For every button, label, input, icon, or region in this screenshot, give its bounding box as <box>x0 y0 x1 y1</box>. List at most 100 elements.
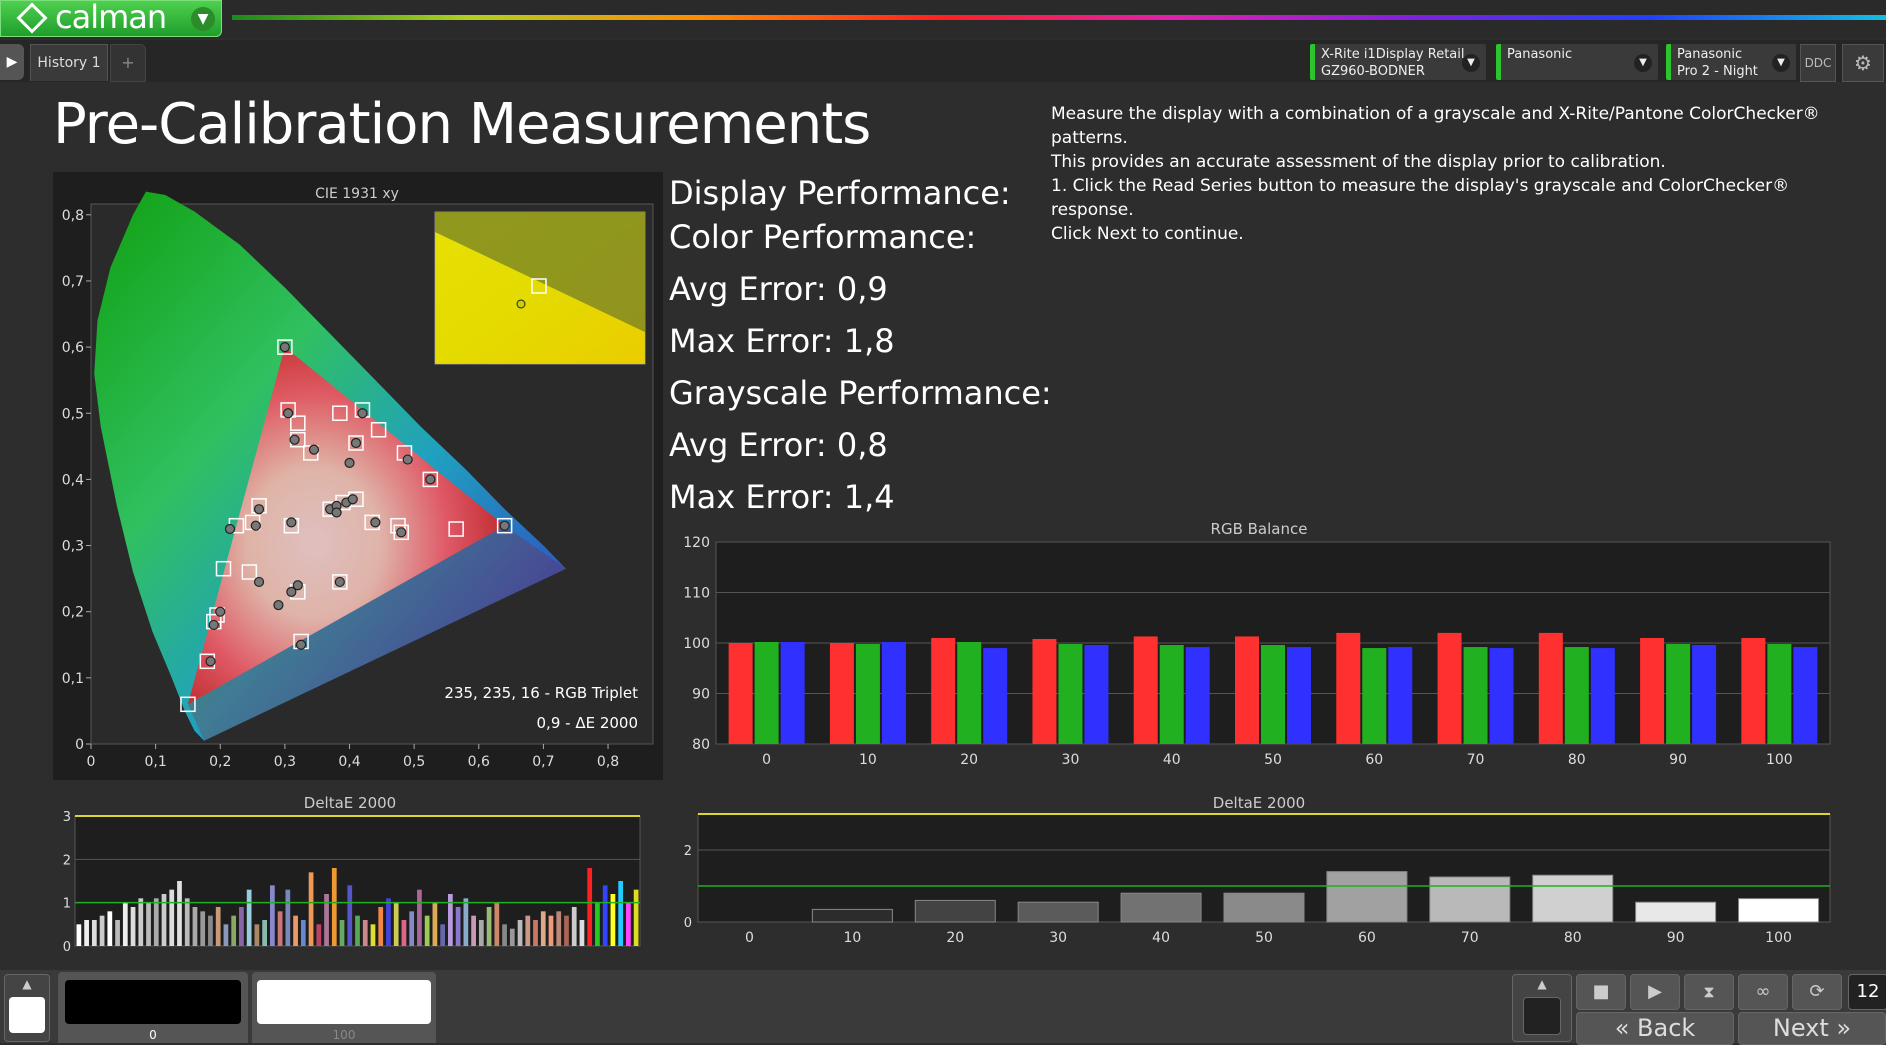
x-tick-label: 0,8 <box>597 754 619 770</box>
deltae-bar <box>448 894 453 946</box>
source-selector[interactable]: Panasonic ▼ <box>1496 44 1658 80</box>
x-tick-label: 90 <box>1667 930 1685 946</box>
back-button[interactable]: « Back <box>1576 1012 1734 1045</box>
deltae-bar <box>1635 901 1717 923</box>
x-tick-label: 0,6 <box>468 754 490 770</box>
hold-button[interactable]: ⧗ <box>1684 974 1734 1010</box>
x-tick-label: 100 <box>1766 752 1793 768</box>
x-tick-label: 40 <box>1163 752 1181 768</box>
spectrum-bar <box>232 15 1886 20</box>
deltae-bar <box>316 924 322 946</box>
counter-display: 12 <box>1848 974 1886 1010</box>
deltae-bar <box>502 924 507 946</box>
deltae-bar <box>1738 898 1820 923</box>
deltae-bar <box>269 885 275 946</box>
y-tick-label: 0,7 <box>62 274 84 290</box>
deltae-bar <box>115 920 120 946</box>
measured-point <box>292 580 303 591</box>
next-button[interactable]: Next » <box>1738 1012 1886 1045</box>
add-tab-button[interactable]: + <box>110 44 146 82</box>
ddc-button[interactable]: DDC <box>1800 44 1836 82</box>
chevron-up-icon[interactable]: ▲ <box>5 975 49 993</box>
play-arrow-icon[interactable]: ▶ <box>0 44 24 80</box>
deltae-bar <box>1223 892 1305 923</box>
measured-point <box>215 606 226 617</box>
y-tick-label: 0 <box>75 737 84 753</box>
stop-button[interactable]: ■ <box>1576 974 1626 1010</box>
rgb-bar <box>1336 632 1361 744</box>
deltae-bar <box>378 907 384 946</box>
measured-point <box>279 342 290 353</box>
deltae-bar <box>564 915 569 946</box>
measured-point <box>308 444 320 455</box>
instruction-line: Measure the display with a combination o… <box>1051 104 1820 148</box>
deltae-bar <box>84 920 89 946</box>
deltae-bar <box>169 889 175 946</box>
x-tick-label: 0,5 <box>403 754 425 770</box>
deltae-bar <box>91 920 97 946</box>
x-tick-label: 0,3 <box>274 754 296 770</box>
deltae-right-title: DeltaE 2000 <box>1213 794 1305 812</box>
display-selector[interactable]: Panasonic Pro 2 - Night ▼ <box>1666 44 1796 80</box>
rgb-bar <box>1590 648 1615 744</box>
color-performance-label: Color Performance: <box>669 218 977 256</box>
rgb-balance-chart: RGB Balance 80 90 100 110 120 0 10 20 30 40 50 60 70… <box>683 520 1831 768</box>
deltae-bar <box>122 902 128 946</box>
chevron-down-icon[interactable]: ▼ <box>1772 54 1790 72</box>
deltae-bar <box>517 920 523 946</box>
grayscale-deltae-chart: DeltaE 2000 020 10 20 30 40 50 60 70 80 90 100 <box>684 794 1831 946</box>
measured-point <box>224 523 236 535</box>
rgb-bar <box>957 641 982 744</box>
y-tick-label: 0,6 <box>62 340 84 356</box>
deltae-bar <box>308 872 314 946</box>
refresh-button[interactable]: ⟳ <box>1792 974 1842 1010</box>
meter-selector[interactable]: X-Rite i1Display Retail GZ960-BODNER ▼ <box>1310 44 1486 80</box>
y-tick-label: 120 <box>683 535 710 551</box>
rgb-bar <box>931 637 956 744</box>
deltae-bar <box>424 915 430 946</box>
calman-logo-button[interactable]: calman ▼ <box>0 0 222 37</box>
meter-serial: GZ960-BODNER <box>1321 64 1425 79</box>
rgb-bar <box>1261 645 1285 744</box>
y-tick-label: 80 <box>692 737 710 753</box>
meter-name: X-Rite i1Display Retail <box>1321 47 1465 62</box>
deltae-bar <box>432 902 438 946</box>
chevron-down-icon[interactable]: ▼ <box>191 7 215 31</box>
rgb-bar <box>881 641 906 744</box>
deltae-bar <box>254 924 260 946</box>
chevron-down-icon[interactable]: ▼ <box>1634 54 1652 72</box>
chevron-up-icon[interactable]: ▲ <box>1513 975 1571 993</box>
rgb-bar <box>1437 632 1462 744</box>
y-tick-label: 0,3 <box>62 539 84 555</box>
x-tick-label: 30 <box>1049 930 1067 946</box>
x-tick-label: 80 <box>1568 752 1586 768</box>
x-tick-label: 20 <box>946 930 964 946</box>
colorchecker-deltae-chart: DeltaE 2000 0 1 2 3 <box>63 794 641 955</box>
rgb-bar <box>1767 644 1792 744</box>
rgb-bar <box>1032 638 1057 744</box>
swatch-0-label: 0 <box>149 1028 157 1042</box>
meter-panel[interactable]: ▲ <box>1512 974 1572 1042</box>
swatch-100[interactable]: 100 <box>252 972 436 1043</box>
refresh-icon: ⟳ <box>1809 981 1825 1002</box>
rgb-bar <box>780 641 805 744</box>
deltae-bar <box>914 899 996 923</box>
read-button[interactable]: ▶ <box>1630 974 1680 1010</box>
deltae-bar <box>409 911 415 946</box>
rgb-bar <box>1159 645 1184 744</box>
gear-icon[interactable]: ⚙ <box>1842 44 1884 82</box>
swatch-panel-toggle[interactable]: ▲ <box>4 974 50 1042</box>
tab-history-1[interactable]: History 1 <box>30 44 108 81</box>
deltae-bar <box>177 881 182 946</box>
swatch-0[interactable]: 0 <box>58 972 248 1043</box>
deltae-bar <box>1532 874 1614 923</box>
deltae-bar <box>471 915 476 946</box>
chevron-down-icon[interactable]: ▼ <box>1462 54 1480 72</box>
rgb-bar <box>1489 648 1514 744</box>
hold-icon: ⧗ <box>1703 982 1715 1001</box>
measured-point <box>331 507 342 518</box>
measured-point <box>253 504 265 515</box>
meter-patch <box>1523 997 1561 1035</box>
rgb-bar <box>1463 647 1488 744</box>
continuous-button[interactable]: ∞ <box>1738 974 1788 1010</box>
